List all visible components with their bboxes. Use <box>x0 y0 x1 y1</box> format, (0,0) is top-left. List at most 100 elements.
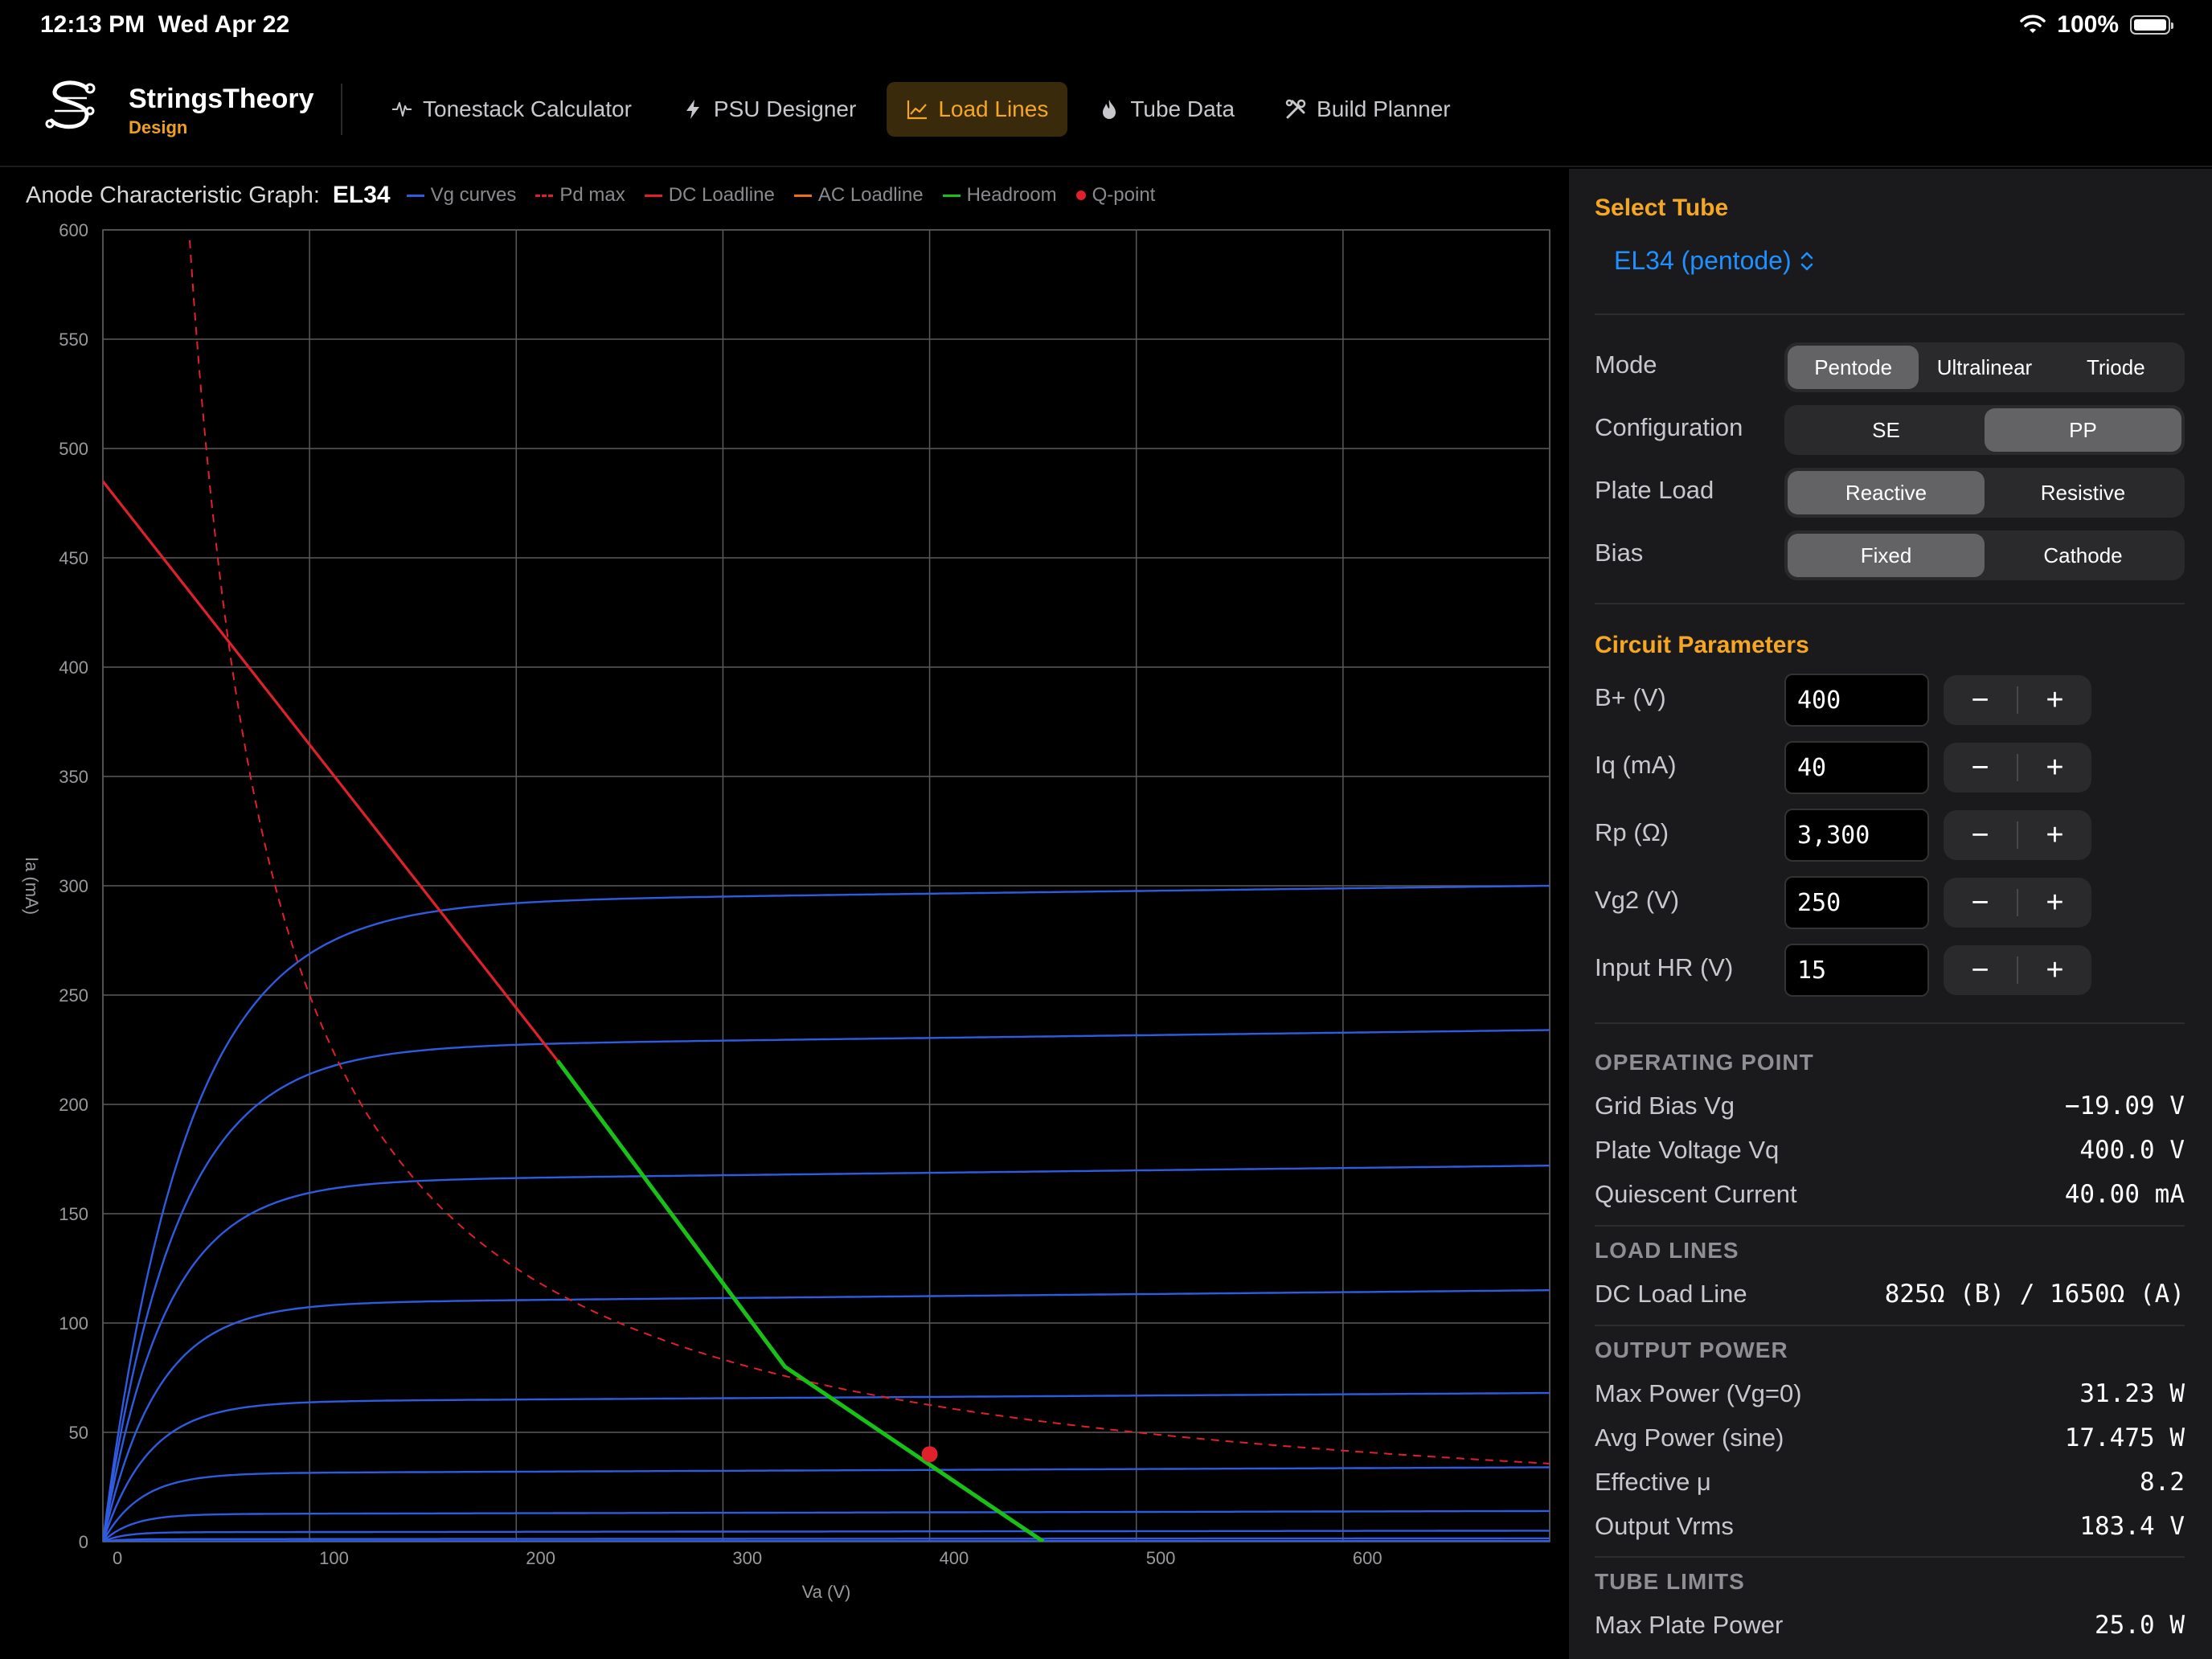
x-tick-label: 200 <box>526 1548 555 1568</box>
plate-voltage-value: 400.0 V <box>2079 1136 2185 1165</box>
rp-decrement-button[interactable]: − <box>1944 810 2017 860</box>
y-tick-label: 400 <box>59 657 88 678</box>
operating-point-heading: OPERATING POINT <box>1595 1050 1814 1075</box>
app-logo-icon[interactable] <box>39 74 103 138</box>
y-tick-label: 550 <box>59 330 88 350</box>
vg-curve <box>103 1530 1550 1542</box>
mode-segmented-control: Pentode Ultralinear Triode <box>1784 342 2185 392</box>
dc-load-line-value: 825Ω (B) / 1650Ω (A) <box>1884 1280 2185 1309</box>
q-point-marker <box>921 1446 938 1463</box>
iq-input[interactable]: 40 <box>1784 741 1929 794</box>
bplus-stepper: − + <box>1944 675 2091 725</box>
settings-panel: Select Tube EL34 (pentode) Mode Pentode … <box>1569 169 2212 1659</box>
mode-label: Mode <box>1595 350 1657 379</box>
mode-triode[interactable]: Triode <box>2050 346 2181 389</box>
iq-increment-button[interactable]: + <box>2018 743 2091 793</box>
flame-icon <box>1103 100 1116 119</box>
mode-ultralinear[interactable]: Ultralinear <box>1919 346 2050 389</box>
rp-increment-button[interactable]: + <box>2018 810 2091 860</box>
tab-tube-data[interactable]: Tube Data <box>1079 82 1254 137</box>
tab-label: Tonestack Calculator <box>423 96 632 121</box>
param-label-rp: Rp (Ω) <box>1595 818 1669 846</box>
tube-selector[interactable]: EL34 (pentode) <box>1614 246 1814 276</box>
y-axis-label: Ia (mA) <box>22 857 42 915</box>
circuit-parameters-title: Circuit Parameters <box>1595 632 1809 658</box>
tab-load-lines[interactable]: Load Lines <box>887 82 1068 137</box>
divider <box>1595 313 2185 315</box>
status-bar: 12:13 PM Wed Apr 22 100% <box>0 0 2212 51</box>
output-vrms-label: Output Vrms <box>1595 1512 1734 1540</box>
plate-load-reactive[interactable]: Reactive <box>1788 471 1985 514</box>
vg-curve <box>103 1029 1550 1542</box>
y-tick-label: 50 <box>69 1423 88 1443</box>
battery-icon <box>2130 15 2173 35</box>
bias-fixed[interactable]: Fixed <box>1788 534 1985 577</box>
vg2-increment-button[interactable]: + <box>2018 878 2091 928</box>
iq-stepper: − + <box>1944 743 2091 793</box>
tools-icon <box>1285 99 1306 119</box>
quiescent-current-label: Quiescent Current <box>1595 1180 1797 1208</box>
iq-decrement-button[interactable]: − <box>1944 743 2017 793</box>
nav-divider <box>341 84 342 135</box>
avg-power-value: 17.475 W <box>2064 1423 2185 1452</box>
tab-psu-designer[interactable]: PSU Designer <box>662 82 875 137</box>
divider <box>1595 1325 2185 1326</box>
load-lines-heading: LOAD LINES <box>1595 1238 1739 1263</box>
tube-selector-value: EL34 (pentode) <box>1614 246 1792 275</box>
legend-dc-loadline: DC Loadline <box>644 184 775 207</box>
vg-curve <box>103 1540 1550 1542</box>
tab-label: Build Planner <box>1317 96 1451 121</box>
vg-curve <box>103 1165 1550 1542</box>
plate-load-resistive[interactable]: Resistive <box>1985 471 2181 514</box>
y-tick-label: 300 <box>59 876 88 896</box>
tab-build-planner[interactable]: Build Planner <box>1265 82 1470 137</box>
mode-pentode[interactable]: Pentode <box>1788 346 1919 389</box>
input-hr-increment-button[interactable]: + <box>2018 945 2091 995</box>
rp-stepper: − + <box>1944 810 2091 860</box>
param-label-vg2: Vg2 (V) <box>1595 886 1680 914</box>
status-right: 100% <box>2020 11 2173 39</box>
rp-input[interactable]: 3,300 <box>1784 809 1929 862</box>
max-power-label: Max Power (Vg=0) <box>1595 1379 1802 1407</box>
plate-load-segmented-control: Reactive Resistive <box>1784 468 2185 518</box>
y-tick-label: 0 <box>79 1532 88 1552</box>
configuration-se[interactable]: SE <box>1788 408 1985 452</box>
legend-ac-loadline: AC Loadline <box>793 184 924 207</box>
max-plate-power-value: 25.0 W <box>2095 1611 2185 1640</box>
plate-voltage-label: Plate Voltage Vq <box>1595 1136 1780 1164</box>
bplus-input[interactable]: 400 <box>1784 674 1929 727</box>
anode-characteristic-chart[interactable]: 0 100 200 300 400 500 600 0 50 100 150 200 250 300 350… <box>0 217 1575 1656</box>
chart-legend: Vg curves Pd max DC Loadline AC Loadline… <box>406 184 1155 207</box>
max-power-value: 31.23 W <box>2079 1379 2185 1408</box>
configuration-pp[interactable]: PP <box>1985 408 2181 452</box>
x-tick-label: 600 <box>1353 1548 1382 1568</box>
nav-tabs: Tonestack Calculator PSU Designer Load L… <box>371 82 1470 137</box>
configuration-segmented-control: SE PP <box>1784 405 2185 455</box>
brand-subtitle: Design <box>129 117 188 137</box>
vg2-decrement-button[interactable]: − <box>1944 878 2017 928</box>
x-tick-label: 400 <box>940 1548 969 1568</box>
vg2-input[interactable]: 250 <box>1784 876 1929 929</box>
param-label-iq: Iq (mA) <box>1595 751 1677 779</box>
graph-tube-name: EL34 <box>332 182 391 208</box>
divider <box>1595 1556 2185 1558</box>
wifi-icon <box>2020 14 2046 33</box>
y-tick-label: 350 <box>59 767 88 787</box>
input-hr-decrement-button[interactable]: − <box>1944 945 2017 995</box>
dc-load-line-label: DC Load Line <box>1595 1280 1747 1308</box>
bplus-decrement-button[interactable]: − <box>1944 675 2017 725</box>
tab-label: PSU Designer <box>713 96 857 121</box>
input-hr-input[interactable]: 15 <box>1784 944 1929 997</box>
y-tick-label: 150 <box>59 1204 88 1224</box>
bias-cathode[interactable]: Cathode <box>1985 534 2181 577</box>
graph-header: Anode Characteristic Graph: EL34 Vg curv… <box>26 182 1155 209</box>
tab-tonestack-calculator[interactable]: Tonestack Calculator <box>371 82 651 137</box>
bplus-increment-button[interactable]: + <box>2018 675 2091 725</box>
x-tick-label: 300 <box>732 1548 762 1568</box>
effective-mu-label: Effective μ <box>1595 1468 1711 1496</box>
graph-title: Anode Characteristic Graph: <box>26 182 320 208</box>
top-navigation: StringsTheory Design Tonestack Calculato… <box>0 51 2212 167</box>
tab-label: Tube Data <box>1130 96 1235 121</box>
bias-label: Bias <box>1595 539 1644 567</box>
output-power-heading: OUTPUT POWER <box>1595 1337 1788 1362</box>
